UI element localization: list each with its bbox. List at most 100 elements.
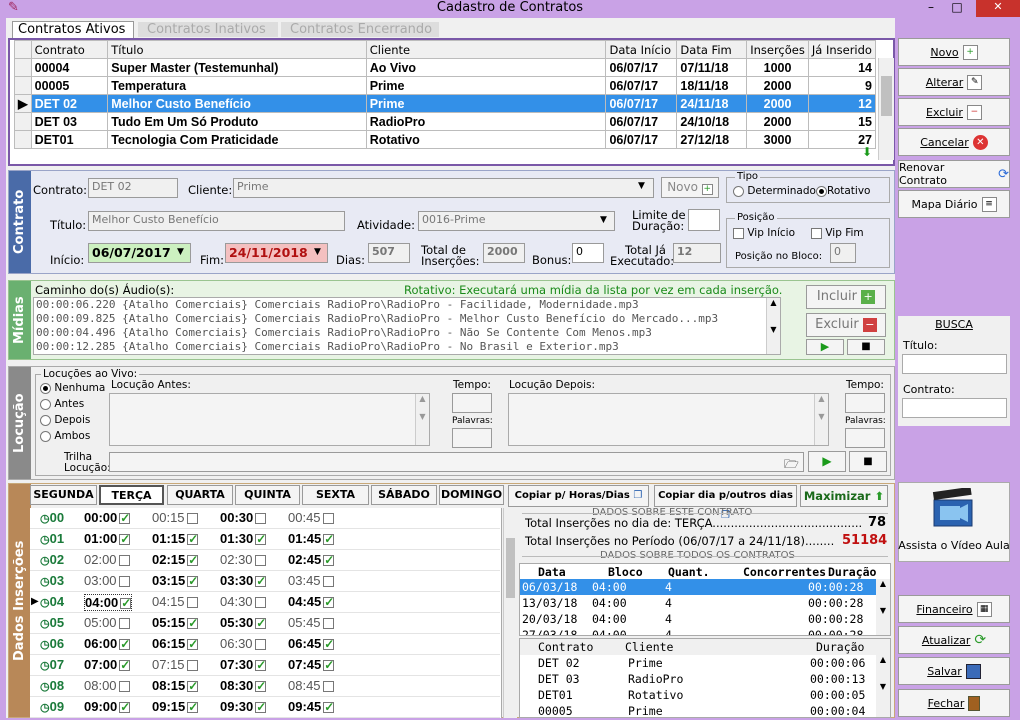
stop-trilha-button[interactable]: ■ <box>849 451 887 472</box>
hour-cell[interactable]: ◷09 <box>40 699 64 714</box>
audio-file-list[interactable]: 00:00:06.220 {Atalho Comerciais} Comerci… <box>33 297 781 355</box>
incluir-midia-button[interactable]: Incluir + <box>806 285 886 309</box>
locucao-option-nenhuma[interactable]: Nenhuma <box>40 382 105 394</box>
concorrentes-col-header[interactable]: Bloco <box>608 565 643 579</box>
slot-checkbox[interactable] <box>187 639 199 651</box>
time-slot[interactable]: 05:45 <box>288 615 334 630</box>
titulo-field[interactable]: Melhor Custo Benefício <box>88 211 345 231</box>
time-slot[interactable]: 06:30 <box>220 636 266 651</box>
time-slot[interactable]: 07:15 <box>152 657 198 672</box>
stop-midia-button[interactable]: ■ <box>847 339 885 355</box>
fim-date-arrow[interactable]: ▼ <box>314 247 321 257</box>
slot-checkbox[interactable] <box>255 702 267 714</box>
hour-cell[interactable]: ◷05 <box>40 615 64 630</box>
time-slot[interactable]: 05:30 <box>220 615 267 630</box>
time-slot[interactable]: 04:30 <box>220 594 266 609</box>
total-insercoes-field[interactable]: 2000 <box>483 243 525 263</box>
palavras-depois-field[interactable] <box>845 428 885 448</box>
atualizar-button[interactable]: Atualizar ⟳ <box>898 626 1010 654</box>
novo-button[interactable]: Novo + <box>898 38 1010 66</box>
hour-cell[interactable]: ◷06 <box>40 636 64 651</box>
slot-checkbox[interactable] <box>118 576 130 588</box>
slot-checkbox[interactable] <box>322 513 334 525</box>
audio-file-item[interactable]: 00:00:06.220 {Atalho Comerciais} Comerci… <box>34 298 780 312</box>
slot-checkbox[interactable] <box>118 555 130 567</box>
bloco-scrollbar[interactable]: ▲ ▼ <box>876 655 890 717</box>
time-slot[interactable]: 07:30 <box>220 657 267 672</box>
posicao-bloco-field[interactable]: 0 <box>830 243 856 263</box>
slot-checkbox[interactable] <box>255 534 267 546</box>
slot-checkbox[interactable] <box>254 639 266 651</box>
minimize-button[interactable]: – <box>918 0 944 16</box>
time-slot[interactable]: 01:45 <box>288 531 335 546</box>
copiar-dia-button[interactable]: Copiar dia p/outros dias ❐ <box>654 485 797 521</box>
audio-list-scrollbar[interactable]: ▲ ▼ <box>766 298 780 354</box>
time-slot[interactable]: 07:00 <box>84 657 131 672</box>
time-slot[interactable]: 06:00 <box>84 636 131 651</box>
financeiro-button[interactable]: Financeiro ▦ <box>898 595 1010 623</box>
slot-checkbox[interactable] <box>255 576 267 588</box>
inicio-date-field[interactable]: 06/07/2017 <box>88 243 191 263</box>
concorrentes-row[interactable]: 27/03/18 04:00 4 00:00:28 <box>520 627 890 635</box>
time-slot[interactable]: 03:00 <box>84 573 130 588</box>
slot-checkbox[interactable] <box>323 639 335 651</box>
locucao-antes-textarea[interactable] <box>109 393 430 446</box>
hour-cell[interactable]: ◷08 <box>40 678 64 693</box>
time-slot[interactable]: 06:15 <box>152 636 199 651</box>
concorrentes-row[interactable]: 20/03/18 04:00 4 00:00:28 <box>520 611 890 627</box>
time-slot[interactable]: 08:00 <box>84 678 130 693</box>
time-slot[interactable]: 08:45 <box>288 678 334 693</box>
day-tab-terca[interactable]: TERÇA <box>99 485 164 505</box>
concorrentes-row[interactable]: 06/03/18 04:00 4 00:00:28 <box>520 579 890 595</box>
folder-open-icon[interactable]: 🗁 <box>784 455 799 476</box>
determinado-radio-dot[interactable] <box>733 185 744 197</box>
rotativo-radio[interactable]: Rotativo <box>816 185 870 197</box>
maximizar-button[interactable]: Maximizar ⬆ <box>800 485 888 507</box>
nenhuma-radio[interactable] <box>40 382 51 394</box>
time-slot[interactable]: 09:00 <box>84 699 131 714</box>
slot-checkbox[interactable] <box>119 660 131 672</box>
concorrentes-col-header[interactable]: Duração <box>828 565 876 579</box>
hour-cell[interactable]: ◷03 <box>40 573 64 588</box>
day-tab-sexta[interactable]: SEXTA <box>302 485 369 505</box>
vip-fim-checkbox[interactable]: Vip Fim <box>811 227 864 239</box>
time-slot[interactable]: 02:30 <box>220 552 266 567</box>
depois-radio[interactable] <box>40 414 51 426</box>
locucao-option-ambos[interactable]: Ambos <box>40 430 90 442</box>
time-slot[interactable]: 02:45 <box>288 552 335 567</box>
antes-radio[interactable] <box>40 398 51 410</box>
slot-checkbox[interactable] <box>187 576 199 588</box>
time-slot[interactable]: 08:15 <box>152 678 199 693</box>
bloco-row[interactable]: DET 03 RadioPro 00:00:13 <box>520 671 890 687</box>
play-midia-button[interactable]: ▶ <box>806 339 844 355</box>
vip-inicio-checkbox[interactable]: Vip Início <box>733 227 795 239</box>
time-slot[interactable]: 09:45 <box>288 699 335 714</box>
atividade-dropdown-arrow[interactable]: ▼ <box>600 215 607 225</box>
copiar-horas-dias-button[interactable]: Copiar p/ Horas/Dias ❐ <box>508 485 649 507</box>
novo-cliente-button[interactable]: Novo + <box>661 177 719 198</box>
slot-checkbox[interactable] <box>255 681 267 693</box>
concorrentes-scrollbar[interactable]: ▲ ▼ <box>876 579 890 635</box>
concorrentes-col-header[interactable]: Data <box>538 565 566 579</box>
slot-checkbox[interactable] <box>254 597 266 609</box>
contracts-scroll-thumb[interactable] <box>881 76 892 116</box>
hour-cell[interactable]: ◷04 <box>40 594 64 609</box>
slot-checkbox[interactable] <box>255 618 267 630</box>
slot-checkbox[interactable] <box>186 660 198 672</box>
determinado-radio[interactable]: Determinado <box>733 185 816 197</box>
slot-checkbox[interactable] <box>187 702 199 714</box>
slot-checkbox[interactable] <box>187 618 199 630</box>
slot-checkbox[interactable] <box>323 597 335 609</box>
atividade-select[interactable]: 0016-Prime <box>418 211 615 231</box>
col-header-cliente[interactable]: Cliente <box>365 40 607 59</box>
day-tab-domingo[interactable]: DOMINGO <box>439 485 504 505</box>
cancelar-button[interactable]: Cancelar ✕ <box>898 128 1010 156</box>
slot-checkbox[interactable] <box>118 681 130 693</box>
slot-checkbox[interactable] <box>323 534 335 546</box>
busca-contrato-input[interactable] <box>902 398 1007 418</box>
excluir-button[interactable]: Excluir − <box>898 98 1010 126</box>
maximize-button[interactable]: □ <box>944 0 970 16</box>
time-slot[interactable]: 01:15 <box>152 531 199 546</box>
limite-duracao-field[interactable] <box>688 209 720 231</box>
renovar-contrato-button[interactable]: Renovar Contrato ⟳ <box>898 160 1010 188</box>
